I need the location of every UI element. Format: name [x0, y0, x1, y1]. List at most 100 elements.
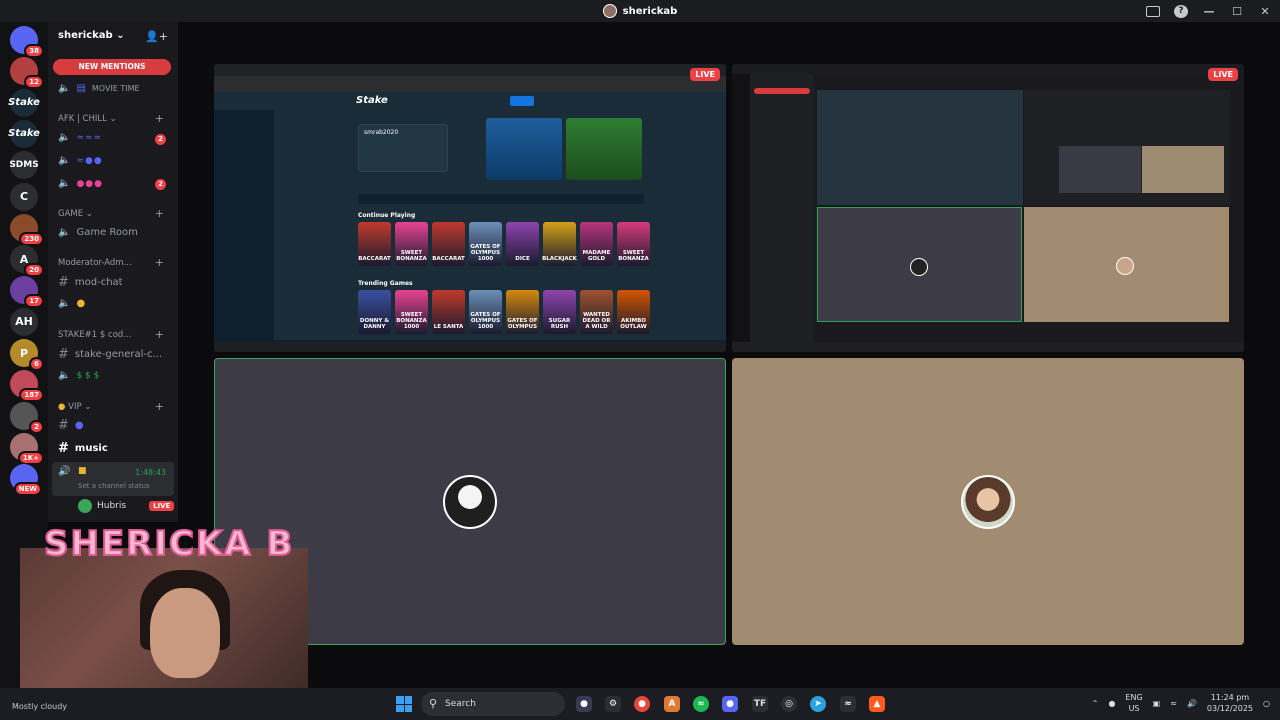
taskbar-search[interactable]: ⚲ Search: [421, 692, 565, 716]
server-icon[interactable]: AH: [10, 307, 38, 336]
server-avatar-icon: [602, 4, 617, 18]
voice-user-hubris[interactable]: Hubris LIVE: [78, 499, 175, 513]
server-name[interactable]: sherickab ⌄: [58, 30, 125, 41]
server-icon[interactable]: 12: [10, 57, 44, 90]
stream-tile-discord[interactable]: LIVE: [732, 64, 1244, 352]
server-icon[interactable]: 2: [10, 401, 44, 434]
voice-channel-mod[interactable]: 🔈 ●: [58, 298, 85, 309]
add-channel-icon[interactable]: +: [155, 207, 164, 220]
speaker-icon: 🔈: [58, 370, 71, 381]
system-tray: ⌃ ● ENG US ▣ ≈ 🔊 11:24 pm 03/12/2025 ○: [1092, 692, 1270, 714]
server-icon[interactable]: P6: [10, 339, 44, 371]
category-vip[interactable]: ● VIP ⌄: [58, 402, 91, 412]
chrome-icon[interactable]: ●: [634, 696, 650, 712]
nested-user-tile-2: [1024, 207, 1229, 322]
live-badge: LIVE: [690, 68, 720, 81]
app-icon-tf[interactable]: TF: [752, 696, 768, 712]
vip-progress-card: smrab2020: [358, 124, 448, 172]
clock[interactable]: 11:24 pm 03/12/2025: [1207, 692, 1253, 714]
app-icon-2[interactable]: ⚙: [605, 696, 621, 712]
add-user-icon[interactable]: 👤+: [145, 30, 168, 43]
discord-icon[interactable]: ●: [722, 696, 738, 712]
minimize-button[interactable]: —: [1202, 5, 1216, 18]
unread-badge: 2: [155, 134, 166, 145]
telegram-icon[interactable]: ➤: [810, 696, 826, 712]
maximize-button[interactable]: ☐: [1230, 5, 1244, 18]
voice-channel-afk-3[interactable]: 🔈 ●●●: [58, 178, 103, 189]
server-icon[interactable]: Stake: [8, 88, 40, 117]
game-card: SWEET BONANZA: [395, 222, 428, 266]
server-icon[interactable]: A 20: [10, 245, 44, 278]
app-icon-1[interactable]: ●: [576, 696, 592, 712]
speaker-icon: 🔈: [58, 155, 71, 166]
game-card: AKIMBO OUTLAW: [617, 290, 650, 334]
category-afk[interactable]: AFK | CHILL ⌄: [58, 114, 117, 124]
stream-tile-stake[interactable]: Stake smrab2020 Continue Playing BACCARA…: [214, 64, 726, 352]
hash-icon: #: [58, 275, 69, 290]
server-icon[interactable]: C: [10, 182, 38, 211]
active-voice-channel[interactable]: 🔊 ■ 1:48:43 Set a channel status: [52, 462, 174, 496]
live-badge: LIVE: [1208, 68, 1238, 81]
emoji-icons: ●●●: [76, 178, 104, 189]
voice-channel-afk-2[interactable]: 🔈 ≈●●: [58, 155, 103, 166]
channel-vip-text[interactable]: # ●: [58, 418, 84, 433]
add-channel-icon[interactable]: +: [155, 112, 164, 125]
mention-badge: 12: [24, 75, 44, 90]
window-titlebar: sherickab ? — ☐ ✕: [0, 0, 1280, 22]
server-icon[interactable]: 38: [10, 26, 44, 58]
channel-status-prompt[interactable]: Set a channel status: [78, 482, 150, 490]
new-mentions-button[interactable]: NEW MENTIONS: [53, 59, 171, 75]
server-icon[interactable]: 230: [10, 213, 44, 246]
game-card: SWEET BONANZA: [617, 222, 650, 266]
display-icon[interactable]: ▣: [1153, 699, 1161, 708]
server-icon[interactable]: Stake: [8, 119, 40, 148]
channel-game-room[interactable]: 🔈 Game Room: [58, 227, 138, 238]
server-icon[interactable]: NEW: [10, 464, 42, 497]
emoji-icons: ≈≈≈: [76, 132, 103, 143]
language-indicator[interactable]: ENG US: [1125, 692, 1142, 714]
channel-mod-chat[interactable]: # mod-chat: [58, 275, 123, 290]
user-tile-2[interactable]: [732, 358, 1244, 645]
volume-icon[interactable]: 🔊: [1187, 699, 1197, 708]
add-channel-icon[interactable]: +: [155, 328, 164, 341]
server-icon[interactable]: SDMS: [9, 151, 39, 180]
weather-widget[interactable]: Mostly cloudy: [12, 702, 67, 711]
chevron-up-icon[interactable]: ⌃: [1092, 699, 1099, 708]
server-icon[interactable]: 187: [10, 370, 44, 403]
voice-channel-stake[interactable]: 🔈 $ $ $: [58, 370, 99, 381]
game-card: BACCARAT: [358, 222, 391, 266]
category-game[interactable]: GAME ⌄: [58, 209, 93, 219]
windows-start-icon[interactable]: [396, 696, 412, 712]
category-stake[interactable]: STAKE#1 $ cod...: [58, 330, 131, 340]
wallet-button: [510, 96, 534, 106]
server-icon[interactable]: 17: [10, 276, 44, 309]
stake-main: smrab2020 Continue Playing BACCARAT SWEET…: [274, 110, 726, 340]
app-icon-a[interactable]: A: [664, 696, 680, 712]
wifi-icon[interactable]: ≈: [1170, 699, 1177, 708]
notification-icon[interactable]: ○: [1263, 699, 1270, 708]
browser-tabs: [214, 64, 726, 76]
brave-icon[interactable]: ▲: [869, 696, 885, 712]
continue-playing-row: BACCARAT SWEET BONANZA BACCARAT GATES OF OL…: [358, 222, 650, 266]
app-icon-circle[interactable]: ◎: [781, 696, 797, 712]
server-icon[interactable]: 1K+: [10, 432, 44, 465]
add-channel-icon[interactable]: +: [155, 400, 164, 413]
game-card: BLACKJACK: [542, 222, 577, 266]
channel-movie-time[interactable]: 🔈 ▤ MOVIE TIME: [58, 83, 140, 94]
app-icon-wave[interactable]: ≈: [840, 696, 856, 712]
channel-stake-general[interactable]: # stake-general-c...: [58, 347, 162, 362]
close-button[interactable]: ✕: [1258, 5, 1272, 18]
channel-music[interactable]: # music: [58, 441, 108, 456]
avatar: [1116, 257, 1134, 275]
inbox-icon[interactable]: [1146, 5, 1160, 17]
spotify-icon[interactable]: ≈: [693, 696, 709, 712]
category-moderator[interactable]: Moderator-Adm...: [58, 258, 132, 268]
avatar: [78, 499, 92, 513]
microphone-icon[interactable]: ●: [1108, 699, 1115, 708]
film-icon: ▤: [76, 83, 86, 94]
chevron-down-icon: ⌄: [116, 30, 125, 41]
voice-channel-afk-1[interactable]: 🔈 ≈≈≈: [58, 132, 102, 143]
mention-badge: 2: [29, 419, 44, 434]
add-channel-icon[interactable]: +: [155, 256, 164, 269]
help-icon[interactable]: ?: [1174, 4, 1188, 18]
